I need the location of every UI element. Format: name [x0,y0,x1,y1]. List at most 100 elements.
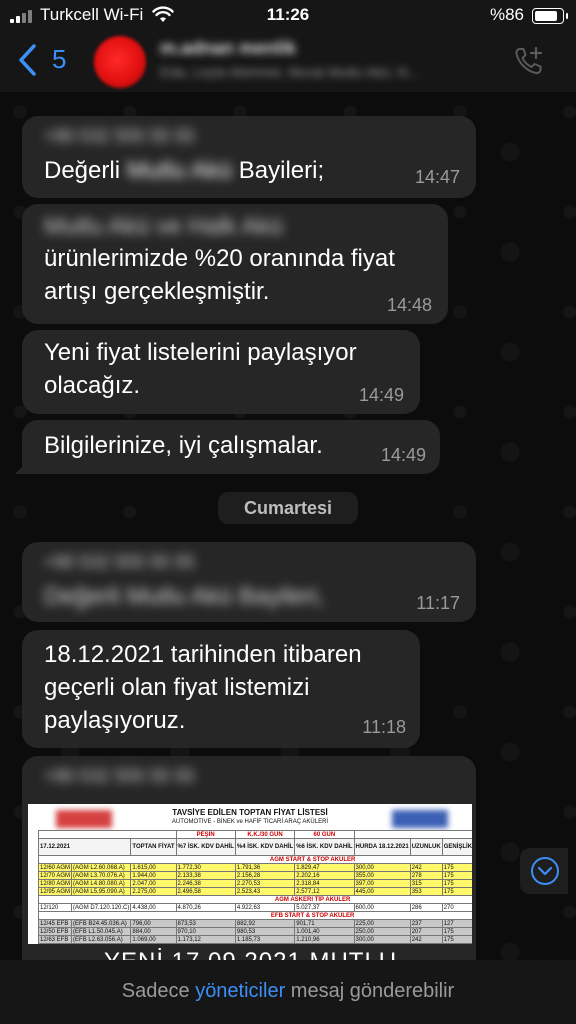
table-cell: 12/120 [37,903,73,912]
message-bubble[interactable]: 18.12.2021 tarihinden itibaren geçerli o… [22,630,420,748]
group-cell [353,830,472,839]
table-cell: 882,92 [234,919,296,928]
message-bubble[interactable]: Bilgilerinize, iyi çalışmalar. 14:49 [15,420,440,474]
table-row: 12/63 EFB (EFB L2.63.056.A) 1.069,00 1.173,… [37,935,472,944]
group-avatar[interactable] [94,36,146,88]
table-row: 12/80 AGM (AGM L4.80.080.A) 2.047,00 2.246,… [37,879,472,888]
table-row: 12/60 AGM (AGM L2.60.068.A) 1.615,00 1.772,… [37,863,472,872]
status-bar: Turkcell Wi-Fi 11:26 %86 [0,0,576,30]
table-cell: (EFB L1.50.045.A) [71,927,132,936]
table-cell: 1.615,00 [130,863,177,872]
table-cell: (EFB B24.45.036.A) [71,919,132,928]
table-cell: 175 [441,863,472,872]
column-header: %4 İSK. KDV DAHİL [234,838,296,856]
table-cell: 1.001,40 [294,927,355,936]
chevron-down-icon [531,857,559,885]
table-cell: 2.246,38 [175,879,236,888]
table-cell: 2.318,84 [294,879,355,888]
redacted-text: Mutlu Akü ve Halk Akü [44,213,283,240]
table-cell: 315 [409,879,443,888]
redacted-text: Değerli Mutlu Akü Bayileri, [44,583,325,610]
table-cell: 12/95 AGM [37,887,73,896]
table-cell: (AGM L5.95.090.A) [71,887,132,896]
table-row: 12/70 AGM (AGM L3.70.076.A) 1.944,00 2.133,… [37,871,472,880]
table-cell: 353 [409,887,443,896]
message-bubble[interactable]: +90 532 555 55 55 Değerli Mutlu Akü Bayi… [22,116,476,198]
table-cell: 980,53 [234,927,296,936]
document-title: TAVSİYE EDİLEN TOPTAN FİYAT LİSTESİ [172,808,328,817]
column-header: UZUNLUK [409,838,443,856]
table-cell: (AGM D7.120.120.C) [71,903,132,912]
battery-icon [532,8,568,24]
table-cell: 600,00 [353,903,411,912]
table-cell: 2.523,43 [234,887,296,896]
table-cell: 225,00 [353,919,411,928]
table-cell: 12/80 AGM [37,879,73,888]
message-time: 14:49 [358,385,404,405]
section-title: EFB START & STOP AKÜLER [37,911,472,920]
table-cell: (EFB L2.63.056.A) [71,935,132,944]
table-cell: (AGM L4.80.080.A) [71,879,132,888]
column-header: GENİŞLİK [441,838,472,856]
table-cell: 12/45 EFB [37,919,73,928]
table-cell: 175 [441,927,472,936]
column-group-row: PEŞİN K.K./30 GÜN 60 GÜN [38,830,472,839]
back-chevron-icon[interactable] [16,42,40,78]
sender-phone: +90 532 555 55 55 [44,126,195,146]
table-row: 12/50 EFB (EFB L1.50.045.A) 884,00 970,10 98… [37,927,472,936]
column-group-label: 60 GÜN [294,830,355,839]
document-message-bubble[interactable]: +90 532 555 55 55 TAVSİYE EDİLEN TOPTAN … [22,756,476,960]
table-cell: 127 [441,919,472,928]
table-cell: 1.829,47 [294,863,355,872]
message-bubble[interactable]: Yeni fiyat listelerini paylaşıyor olacağ… [22,330,420,414]
message-time: 14:48 [386,295,432,315]
section-row: AGM ASKERİ TİP AKÜLER [37,895,472,904]
table-cell: 12/70 AGM [37,871,73,880]
column-header: 17.12.2021 [37,838,132,856]
table-cell: 2.202,16 [294,871,355,880]
table-cell: 796,00 [130,919,177,928]
chat-title[interactable]: m.adnan menlik [160,38,296,59]
composer-disabled-notice: Sadece yöneticiler mesaj gönderebilir [0,960,576,1024]
table-cell: 175 [441,871,472,880]
add-call-icon[interactable] [512,44,546,78]
admins-link[interactable]: yöneticiler [195,980,285,1002]
column-header: %7 İSK. KDV DAHİL [175,838,236,856]
scroll-to-bottom-button[interactable] [520,848,568,894]
table-cell: 278 [409,871,443,880]
table-cell: 4.922,63 [234,903,296,912]
table-row: 12/95 AGM (AGM L5.95.090.A) 2.275,00 2.496,… [37,887,472,896]
date-separator: Cumartesi [218,492,358,524]
admin-only-notice: Sadece yöneticiler mesaj gönderebilir [121,980,455,1002]
table-cell: 250,00 [353,927,411,936]
column-header: %6 İSK. KDV DAHİL [294,838,355,856]
table-cell: 300,00 [353,863,411,872]
table-cell: 2.577,12 [294,887,355,896]
column-group-label: K.K./30 GÜN [234,830,296,839]
table-cell: 175 [441,879,472,888]
table-cell: 355,00 [353,871,411,880]
message-text-line-2: olacağız. [44,372,141,399]
message-text-line-1: 18.12.2021 tarihinden itibaren [44,641,362,668]
chat-participants[interactable]: Eda, Leyla Mehmet, Murat Mutlu Akü, N... [160,64,419,80]
table-cell: 270 [441,903,472,912]
table-cell: 1.791,36 [234,863,296,872]
message-time: 11:17 [416,593,460,613]
table-cell: 286 [409,903,443,912]
table-cell: 445,00 [353,887,411,896]
message-list[interactable]: +90 532 555 55 55 Değerli Mutlu Akü Bayi… [0,92,576,960]
table-cell: 1.210,96 [294,935,355,944]
column-header: TOPTAN FİYAT [130,838,177,856]
message-text-line-2: geçerli olan fiyat listemizi [44,674,310,701]
message-time: 14:47 [414,167,460,187]
unread-back-count[interactable]: 5 [52,44,66,75]
message-bubble[interactable]: Mutlu Akü ve Halk Akü ürünlerimizde %20 … [22,204,448,324]
message-text-line-2: artışı gerçekleşmiştir. [44,278,270,305]
table-cell: 970,10 [175,927,236,936]
message-bubble[interactable]: +90 532 555 55 55 Değerli Mutlu Akü Bayi… [22,542,476,622]
price-list-image[interactable]: TAVSİYE EDİLEN TOPTAN FİYAT LİSTESİ AUTO… [28,804,472,944]
table-cell: 242 [409,935,443,944]
table-row: 12/45 EFB (EFB B24.45.036.A) 796,00 873,53 8… [37,919,472,928]
message-time: 14:49 [380,445,426,465]
table-cell: 2.496,58 [175,887,236,896]
